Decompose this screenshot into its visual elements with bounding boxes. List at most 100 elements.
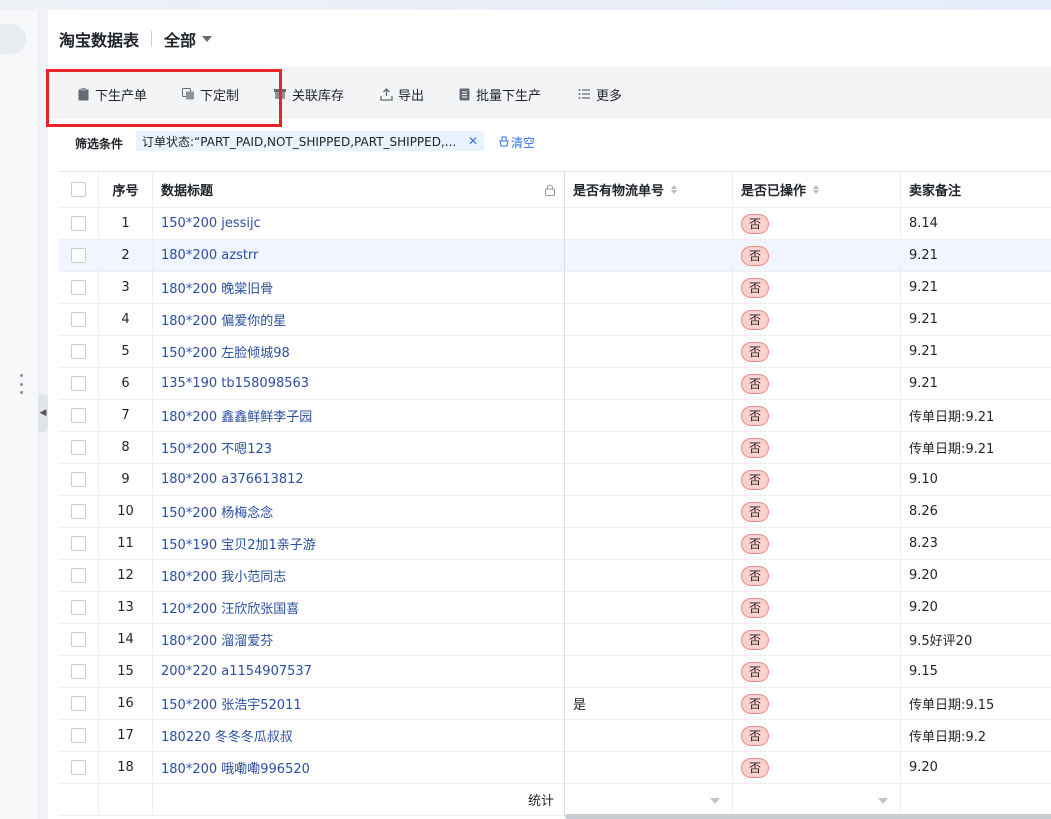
- more-vertical-icon[interactable]: [18, 374, 24, 394]
- column-header-operated[interactable]: 是否已操作: [733, 172, 901, 207]
- row-checkbox[interactable]: [71, 728, 86, 743]
- row-title-link[interactable]: 180*200 我小范同志: [161, 566, 286, 585]
- row-note-cell[interactable]: 传单日期:9.21: [901, 400, 1051, 431]
- row-logistics-cell[interactable]: [565, 720, 733, 751]
- row-logistics-cell[interactable]: [565, 592, 733, 623]
- row-checkbox[interactable]: [71, 568, 86, 583]
- sort-icon[interactable]: [671, 185, 678, 194]
- chevron-down-icon[interactable]: [878, 798, 888, 804]
- row-logistics-cell[interactable]: [565, 752, 733, 783]
- row-checkbox[interactable]: [71, 216, 86, 231]
- table-row[interactable]: 8 150*200 不嗯123 否 传单日期:9.21: [59, 432, 1051, 464]
- row-logistics-cell[interactable]: [565, 624, 733, 655]
- row-checkbox[interactable]: [71, 344, 86, 359]
- table-row[interactable]: 13 120*200 汪欣欣张国喜 否 9.20: [59, 592, 1051, 624]
- table-row[interactable]: 6 135*190 tb158098563 否 9.21: [59, 368, 1051, 400]
- row-note-cell[interactable]: 8.23: [901, 528, 1051, 559]
- row-title-cell[interactable]: 150*200 张浩宇52011: [153, 688, 565, 719]
- select-all-checkbox[interactable]: [71, 182, 86, 197]
- row-checkbox[interactable]: [71, 376, 86, 391]
- row-note-cell[interactable]: 9.15: [901, 656, 1051, 687]
- row-title-link[interactable]: 150*200 左脸倾城98: [161, 342, 290, 361]
- clear-filter-button[interactable]: 清空: [499, 134, 535, 151]
- row-operated-cell[interactable]: 否: [733, 400, 901, 431]
- row-logistics-cell[interactable]: [565, 464, 733, 495]
- row-checkbox[interactable]: [71, 472, 86, 487]
- row-logistics-cell[interactable]: [565, 528, 733, 559]
- row-operated-cell[interactable]: 否: [733, 336, 901, 367]
- row-operated-cell[interactable]: 否: [733, 368, 901, 399]
- table-row[interactable]: 16 150*200 张浩宇52011 是 否 传单日期:9.15: [59, 688, 1051, 720]
- row-title-cell[interactable]: 180220 冬冬冬瓜叔叔: [153, 720, 565, 751]
- export-button[interactable]: 导出: [379, 85, 424, 104]
- row-title-cell[interactable]: 180*200 a376613812: [153, 464, 565, 495]
- close-icon[interactable]: ✕: [468, 134, 478, 148]
- row-logistics-cell[interactable]: [565, 240, 733, 271]
- table-row[interactable]: 4 180*200 偏爱你的星 否 9.21: [59, 304, 1051, 336]
- nav-active-item[interactable]: [0, 24, 26, 54]
- row-note-cell[interactable]: 9.20: [901, 560, 1051, 591]
- row-title-cell[interactable]: 150*200 不嗯123: [153, 432, 565, 463]
- row-checkbox[interactable]: [71, 632, 86, 647]
- row-logistics-cell[interactable]: [565, 432, 733, 463]
- row-checkbox[interactable]: [71, 280, 86, 295]
- row-note-cell[interactable]: 8.14: [901, 208, 1051, 239]
- row-title-cell[interactable]: 135*190 tb158098563: [153, 368, 565, 399]
- row-title-cell[interactable]: 150*190 宝贝2加1亲子游: [153, 528, 565, 559]
- row-logistics-cell[interactable]: [565, 304, 733, 335]
- column-header-title[interactable]: 数据标题: [153, 172, 565, 207]
- row-title-link[interactable]: 180*200 晚棠旧骨: [161, 278, 273, 297]
- table-row[interactable]: 12 180*200 我小范同志 否 9.20: [59, 560, 1051, 592]
- row-title-link[interactable]: 150*200 张浩宇52011: [161, 694, 302, 713]
- row-logistics-cell[interactable]: [565, 336, 733, 367]
- row-operated-cell[interactable]: 否: [733, 560, 901, 591]
- row-title-link[interactable]: 180*200 哦嘞嘞996520: [161, 758, 310, 777]
- row-title-cell[interactable]: 200*220 a1154907537: [153, 656, 565, 687]
- row-title-link[interactable]: 150*200 不嗯123: [161, 438, 272, 457]
- table-row[interactable]: 1 150*200 jessijc 否 8.14: [59, 208, 1051, 240]
- row-title-link[interactable]: 150*200 杨梅念念: [161, 502, 273, 521]
- row-title-link[interactable]: 180*200 偏爱你的星: [161, 310, 286, 329]
- row-title-cell[interactable]: 120*200 汪欣欣张国喜: [153, 592, 565, 623]
- row-operated-cell[interactable]: 否: [733, 240, 901, 271]
- row-operated-cell[interactable]: 否: [733, 656, 901, 687]
- row-operated-cell[interactable]: 否: [733, 464, 901, 495]
- footer-stats-dropdown[interactable]: [565, 784, 733, 815]
- create-custom-order-button[interactable]: 下定制: [181, 85, 239, 104]
- row-title-cell[interactable]: 180*200 溜溜爱芬: [153, 624, 565, 655]
- row-checkbox[interactable]: [71, 248, 86, 263]
- row-operated-cell[interactable]: 否: [733, 688, 901, 719]
- link-inventory-button[interactable]: 关联库存: [273, 85, 344, 104]
- row-note-cell[interactable]: 9.21: [901, 272, 1051, 303]
- row-title-link[interactable]: 180*200 溜溜爱芬: [161, 630, 273, 649]
- row-note-cell[interactable]: 传单日期:9.2: [901, 720, 1051, 751]
- row-logistics-cell[interactable]: [565, 208, 733, 239]
- row-title-cell[interactable]: 180*200 晚棠旧骨: [153, 272, 565, 303]
- row-checkbox[interactable]: [71, 600, 86, 615]
- row-operated-cell[interactable]: 否: [733, 624, 901, 655]
- row-operated-cell[interactable]: 否: [733, 528, 901, 559]
- table-row[interactable]: 2 180*200 azstrr 否 9.21: [59, 240, 1051, 272]
- table-row[interactable]: 17 180220 冬冬冬瓜叔叔 否 传单日期:9.2: [59, 720, 1051, 752]
- row-title-cell[interactable]: 180*200 我小范同志: [153, 560, 565, 591]
- row-checkbox[interactable]: [71, 408, 86, 423]
- row-title-link[interactable]: 200*220 a1154907537: [161, 664, 312, 679]
- chevron-down-icon[interactable]: [710, 798, 720, 804]
- row-logistics-cell[interactable]: [565, 496, 733, 527]
- row-logistics-cell[interactable]: [565, 560, 733, 591]
- row-checkbox[interactable]: [71, 312, 86, 327]
- row-title-cell[interactable]: 150*200 杨梅念念: [153, 496, 565, 527]
- row-title-link[interactable]: 135*190 tb158098563: [161, 376, 309, 391]
- row-note-cell[interactable]: 9.20: [901, 592, 1051, 623]
- table-row[interactable]: 3 180*200 晚棠旧骨 否 9.21: [59, 272, 1051, 304]
- row-checkbox[interactable]: [71, 504, 86, 519]
- row-note-cell[interactable]: 传单日期:9.21: [901, 432, 1051, 463]
- sort-icon[interactable]: [813, 185, 820, 194]
- row-checkbox[interactable]: [71, 696, 86, 711]
- row-title-cell[interactable]: 180*200 鑫鑫鲜鲜李子园: [153, 400, 565, 431]
- chevron-down-icon[interactable]: [202, 35, 213, 42]
- row-title-link[interactable]: 180*200 azstrr: [161, 248, 258, 263]
- create-production-order-button[interactable]: 下生产单: [76, 85, 147, 104]
- row-title-link[interactable]: 180*200 鑫鑫鲜鲜李子园: [161, 406, 312, 425]
- row-note-cell[interactable]: 传单日期:9.15: [901, 688, 1051, 719]
